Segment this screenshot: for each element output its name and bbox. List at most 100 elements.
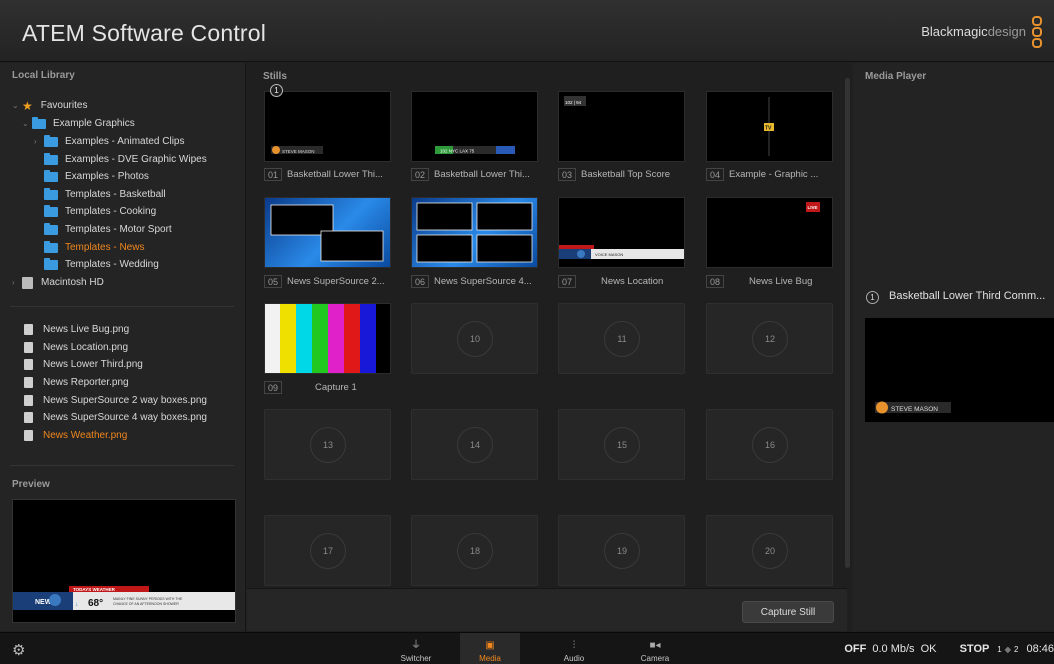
tree-item-dve-wipes[interactable]: Examples - DVE Graphic Wipes bbox=[44, 151, 207, 168]
stream-state: OFF bbox=[844, 643, 867, 655]
stills-scrollbar[interactable] bbox=[845, 78, 850, 568]
stills-panel: Stills 1 STEVE MASON 102 NYC LAX 75 102 … bbox=[247, 63, 852, 631]
still-slot-15[interactable]: 15 bbox=[558, 409, 685, 480]
still-slot-17[interactable]: 17 bbox=[264, 515, 391, 586]
tree-item-example-graphics[interactable]: ⌄ Example Graphics bbox=[22, 115, 135, 132]
status-ok: OK bbox=[920, 643, 937, 655]
file-item[interactable]: News SuperSource 2 way boxes.png bbox=[24, 392, 207, 409]
thumb-text: VOICE MASON bbox=[595, 252, 623, 257]
rain-icon: ↓ bbox=[75, 602, 78, 608]
folder-icon bbox=[32, 116, 46, 129]
expand-arrow-icon[interactable]: › bbox=[12, 278, 22, 287]
still-label: Example - Graphic ... bbox=[729, 169, 819, 180]
still-thumbnail-09[interactable] bbox=[264, 303, 391, 374]
camera-icon: ■◂ bbox=[649, 640, 661, 651]
tree-item-basketball[interactable]: Templates - Basketball bbox=[44, 186, 166, 203]
file-item[interactable]: News Location.png bbox=[24, 339, 128, 356]
slot-number: 16 bbox=[752, 427, 788, 463]
bitrate: 0.0 Mb/s bbox=[872, 643, 915, 655]
still-thumbnail-06[interactable] bbox=[411, 197, 538, 268]
folder-icon bbox=[44, 240, 58, 253]
still-slot-12[interactable]: 12 bbox=[706, 303, 833, 374]
file-icon bbox=[24, 324, 33, 335]
still-number: 03 bbox=[558, 168, 577, 181]
folder-icon bbox=[44, 169, 58, 182]
still-label: Basketball Lower Thi... bbox=[287, 169, 383, 180]
expand-arrow-icon[interactable]: ⌄ bbox=[22, 119, 32, 128]
tab-media[interactable]: ▣ Media bbox=[460, 633, 520, 664]
still-thumbnail-04[interactable]: TV bbox=[706, 91, 833, 162]
thumb-art: 102 NYC LAX 75 bbox=[435, 146, 515, 154]
file-icon bbox=[24, 342, 33, 353]
tree-item-motor-sport[interactable]: Templates - Motor Sport bbox=[44, 221, 172, 238]
still-label: Basketball Lower Thi... bbox=[434, 169, 530, 180]
slot-number: 17 bbox=[310, 533, 346, 569]
file-label: News SuperSource 4 way boxes.png bbox=[43, 412, 207, 423]
still-thumbnail-01[interactable]: STEVE MASON bbox=[264, 91, 391, 162]
tab-label: Switcher bbox=[400, 654, 432, 663]
drive-icon bbox=[22, 276, 33, 289]
tab-label: Camera bbox=[640, 654, 670, 663]
still-slot-14[interactable]: 14 bbox=[411, 409, 538, 480]
still-slot-19[interactable]: 19 bbox=[558, 515, 685, 586]
still-thumbnail-07[interactable]: VOICE MASON bbox=[558, 197, 685, 268]
tree-item-animated-clips[interactable]: › Examples - Animated Clips bbox=[34, 133, 185, 150]
gear-icon[interactable]: ⚙ bbox=[12, 641, 25, 659]
record-time: 08:46 bbox=[1026, 643, 1054, 655]
tree-item-wedding[interactable]: Templates - Wedding bbox=[44, 256, 159, 273]
tree-item-news[interactable]: Templates - News bbox=[44, 239, 144, 256]
tree-item-favourites[interactable]: ⌄ ★ Favourites bbox=[12, 97, 87, 114]
file-item[interactable]: News Lower Third.png bbox=[24, 356, 143, 373]
still-caption: 08 News Live Bug bbox=[706, 275, 812, 288]
thumb-art: STEVE MASON bbox=[271, 146, 323, 154]
capture-still-button[interactable]: Capture Still bbox=[742, 601, 834, 623]
file-item[interactable]: News SuperSource 4 way boxes.png bbox=[24, 409, 207, 426]
file-item[interactable]: News Live Bug.png bbox=[24, 321, 129, 338]
still-slot-16[interactable]: 16 bbox=[706, 409, 833, 480]
blackmagic-logo-icon bbox=[1032, 16, 1044, 50]
preview-label: Preview bbox=[12, 479, 50, 490]
file-icon bbox=[24, 395, 33, 406]
tab-switcher[interactable]: ⏚ Switcher bbox=[386, 633, 446, 664]
tab-camera[interactable]: ■◂ Camera bbox=[625, 633, 685, 664]
divider bbox=[10, 465, 234, 466]
still-slot-11[interactable]: 11 bbox=[558, 303, 685, 374]
still-thumbnail-05[interactable] bbox=[264, 197, 391, 268]
still-label: News Live Bug bbox=[749, 276, 813, 287]
tree-item-cooking[interactable]: Templates - Cooking bbox=[44, 203, 156, 220]
still-thumbnail-02[interactable]: 102 NYC LAX 75 bbox=[411, 91, 538, 162]
slot-number: 14 bbox=[457, 427, 493, 463]
still-number: 04 bbox=[706, 168, 725, 181]
thumb-text: 102 NYC LAX 75 bbox=[440, 149, 475, 154]
media-player-slot-number: 1 bbox=[866, 291, 879, 304]
expand-arrow-icon[interactable]: ⌄ bbox=[12, 101, 22, 110]
basketball-icon bbox=[876, 401, 888, 414]
still-label: News SuperSource 2... bbox=[287, 276, 385, 287]
tab-audio[interactable]: ⫶ Audio bbox=[544, 633, 604, 664]
file-icon bbox=[24, 359, 33, 370]
file-item[interactable]: News Weather.png bbox=[24, 427, 127, 444]
player-thumb-text: STEVE MASON bbox=[891, 406, 938, 413]
still-slot-18[interactable]: 18 bbox=[411, 515, 538, 586]
still-slot-20[interactable]: 20 bbox=[706, 515, 833, 586]
thumb-art: LIVE bbox=[806, 202, 820, 212]
expand-arrow-icon[interactable]: › bbox=[34, 137, 44, 146]
tree-item-label: Templates - Cooking bbox=[65, 206, 157, 217]
tree-item-photos[interactable]: Examples - Photos bbox=[44, 168, 149, 185]
media-player-label: Media Player bbox=[865, 71, 927, 82]
tree-item-macintosh-hd[interactable]: › Macintosh HD bbox=[12, 274, 104, 291]
media-player-preview: STEVE MASON bbox=[865, 318, 1054, 422]
still-thumbnail-08[interactable]: LIVE bbox=[706, 197, 833, 268]
basketball-icon bbox=[272, 146, 280, 154]
folder-icon bbox=[44, 152, 58, 165]
file-item[interactable]: News Reporter.png bbox=[24, 374, 129, 391]
diamond-icon: ◆ bbox=[1004, 645, 1011, 654]
still-slot-10[interactable]: 10 bbox=[411, 303, 538, 374]
thumb-art bbox=[416, 202, 533, 263]
audio-icon: ⫶ bbox=[572, 640, 576, 651]
divider[interactable] bbox=[10, 306, 234, 307]
folder-icon bbox=[44, 187, 58, 200]
still-slot-13[interactable]: 13 bbox=[264, 409, 391, 480]
tree-item-label: Macintosh HD bbox=[41, 277, 104, 288]
still-thumbnail-03[interactable]: 102 | 94 bbox=[558, 91, 685, 162]
